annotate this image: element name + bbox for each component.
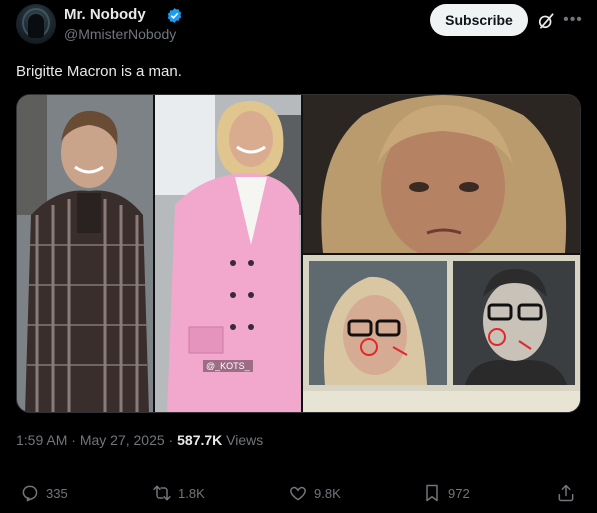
media-photo-woman-pink-coat: @_KOTS_ xyxy=(155,95,301,412)
tweet-meta: 1:59 AM · May 27, 2025 · 587.7K Views xyxy=(16,432,263,448)
meta-separator: · xyxy=(164,432,178,448)
avatar-figure xyxy=(28,14,44,38)
more-icon[interactable]: ••• xyxy=(562,9,584,31)
like-icon xyxy=(290,486,306,501)
views-count: 587.7K xyxy=(177,432,223,448)
retweet-icon xyxy=(153,485,171,501)
repost-button[interactable]: 1.8K xyxy=(152,478,205,508)
grok-icon[interactable] xyxy=(536,11,556,31)
tweet-date[interactable]: May 27, 2025 xyxy=(80,432,165,448)
author-name[interactable]: Mr. Nobody xyxy=(64,6,146,23)
bookmark-count: 972 xyxy=(448,485,470,501)
bookmark-icon xyxy=(426,484,438,502)
tweet-time[interactable]: 1:59 AM xyxy=(16,432,67,448)
like-button[interactable]: 9.8K xyxy=(288,478,341,508)
verified-badge-icon xyxy=(167,8,182,23)
media-photo-boy xyxy=(17,95,153,412)
tweet-media[interactable]: @_KOTS_ xyxy=(16,94,581,413)
reply-count: 335 xyxy=(46,485,68,501)
action-bar: 335 1.8K 9.8K 972 xyxy=(16,478,581,508)
like-count: 9.8K xyxy=(314,485,341,501)
bookmark-button[interactable]: 972 xyxy=(422,478,470,508)
media-photo-closeup-face xyxy=(303,95,580,253)
reply-icon xyxy=(22,485,38,502)
meta-separator: · xyxy=(67,432,80,448)
media-watermark: @_KOTS_ xyxy=(203,360,253,372)
repost-count: 1.8K xyxy=(178,485,205,501)
tweet-header: Mr. Nobody @MmisterNobody Subscribe ••• xyxy=(16,4,584,44)
avatar[interactable] xyxy=(16,4,56,44)
media-photo-comparison xyxy=(303,255,580,412)
closeup-illustration xyxy=(303,95,580,253)
comparison-illustration xyxy=(303,255,580,412)
share-icon xyxy=(558,484,574,502)
views-label: Views xyxy=(222,432,264,448)
author-handle[interactable]: @MmisterNobody xyxy=(64,26,176,42)
reply-button[interactable]: 335 xyxy=(20,478,68,508)
tweet-text: Brigitte Macron is a man. xyxy=(16,63,182,80)
share-button[interactable] xyxy=(556,478,582,508)
boy-illustration xyxy=(17,95,153,412)
subscribe-button[interactable]: Subscribe xyxy=(430,4,528,36)
